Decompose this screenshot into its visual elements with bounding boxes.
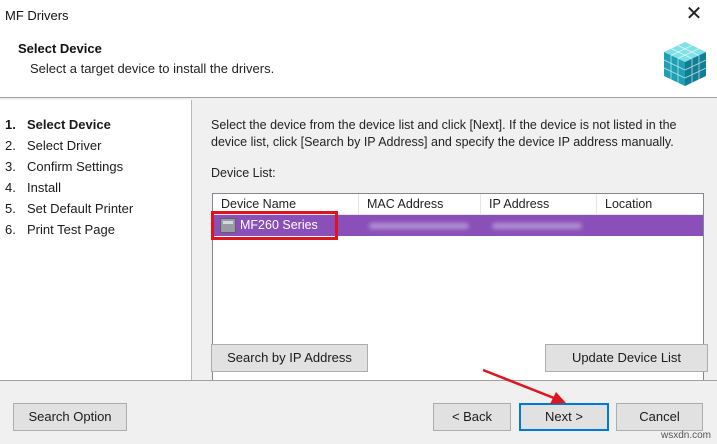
main-panel: Select the device from the device list a…	[196, 100, 717, 433]
column-ip-address[interactable]: IP Address	[481, 194, 597, 215]
step-select-device: 1. Select Device	[5, 117, 111, 132]
instructions-text: Select the device from the device list a…	[211, 118, 677, 149]
watermark: wsxdn.com	[660, 430, 711, 441]
device-highlight-box	[211, 211, 338, 240]
ip-address-cell-redacted	[492, 223, 582, 229]
step-install: 4. Install	[5, 180, 61, 195]
next-button[interactable]: Next >	[519, 403, 609, 431]
back-button[interactable]: < Back	[433, 403, 511, 431]
step-select-driver: 2. Select Driver	[5, 138, 102, 153]
wizard-steps: 1. Select Device 2. Select Driver 3. Confir…	[0, 100, 192, 380]
step-print-test-page: 6. Print Test Page	[5, 222, 115, 237]
page-title: Select Device	[18, 41, 102, 56]
device-list-label: Device List:	[211, 166, 276, 180]
page-subtitle: Select a target device to install the dr…	[30, 61, 275, 76]
column-location[interactable]: Location	[597, 194, 703, 215]
column-mac-address[interactable]: MAC Address	[359, 194, 481, 215]
cube-logo-icon	[663, 42, 707, 86]
search-option-button[interactable]: Search Option	[13, 403, 127, 431]
step-confirm-settings: 3. Confirm Settings	[5, 159, 124, 174]
title-bar: MF Drivers ✕	[0, 0, 717, 30]
close-icon[interactable]: ✕	[683, 3, 705, 25]
wizard-header: Select Device Select a target device to …	[0, 30, 717, 98]
window-title: MF Drivers	[5, 8, 69, 23]
step-set-default-printer: 5. Set Default Printer	[5, 201, 134, 216]
search-by-ip-button[interactable]: Search by IP Address	[211, 344, 368, 372]
cancel-button[interactable]: Cancel	[616, 403, 703, 431]
update-device-list-button[interactable]: Update Device List	[545, 344, 708, 372]
mac-address-cell-redacted	[369, 223, 469, 229]
